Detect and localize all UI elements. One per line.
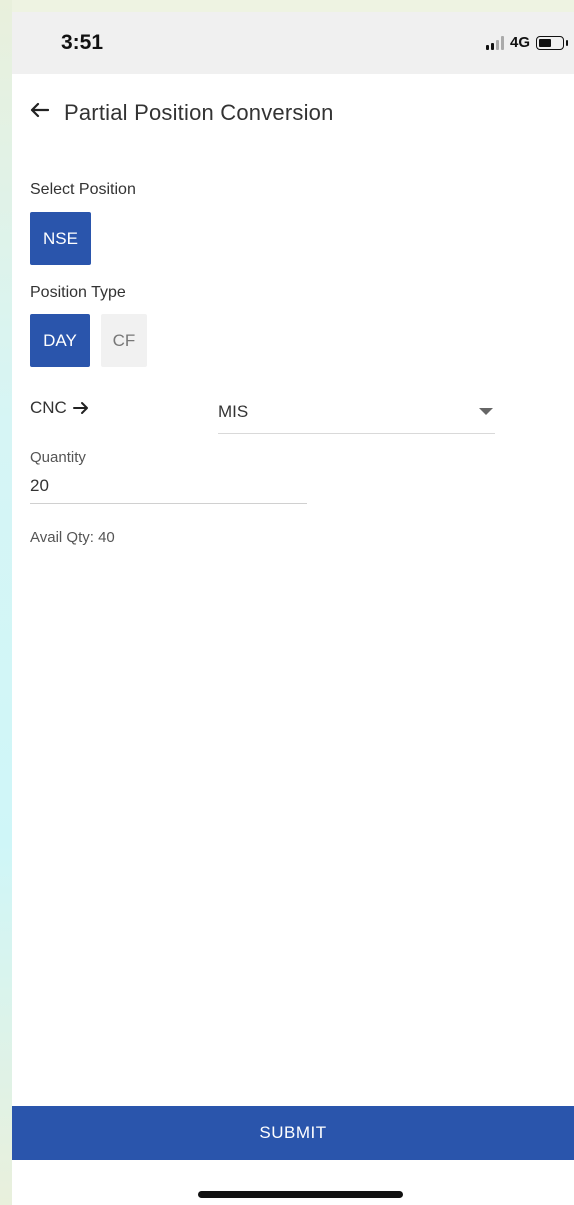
status-time: 3:51	[61, 31, 104, 54]
select-position-label: Select Position	[30, 181, 136, 198]
position-type-label: Position Type	[30, 284, 126, 301]
status-bar: 3:51 4G	[12, 12, 574, 74]
arrow-right-icon	[72, 400, 89, 416]
caret-down-icon	[479, 408, 493, 415]
quantity-label: Quantity	[30, 449, 86, 466]
position-option-nse[interactable]: NSE	[30, 212, 91, 265]
app-header: Partial Position Conversion	[12, 74, 574, 150]
home-indicator	[198, 1191, 403, 1198]
network-type: 4G	[509, 34, 530, 51]
page-title: Partial Position Conversion	[64, 100, 334, 125]
background-edge	[0, 0, 12, 1205]
conversion-from: CNC	[30, 398, 89, 418]
position-type-day[interactable]: DAY	[30, 314, 90, 367]
battery-icon	[536, 35, 568, 50]
arrow-left-icon[interactable]	[27, 98, 51, 122]
app-screen: 3:51 4G Partial Position Conversion Sele…	[12, 12, 574, 1205]
convert-to-value: MIS	[218, 402, 249, 421]
status-indicators: 4G	[485, 34, 568, 51]
conversion-from-label: CNC	[30, 398, 67, 417]
quantity-input[interactable]	[30, 469, 307, 504]
signal-icon	[485, 35, 504, 50]
convert-to-select[interactable]: MIS	[218, 397, 495, 434]
available-quantity: Avail Qty: 40	[30, 529, 115, 546]
position-type-cf[interactable]: CF	[101, 314, 147, 367]
submit-button[interactable]: SUBMIT	[12, 1106, 574, 1160]
